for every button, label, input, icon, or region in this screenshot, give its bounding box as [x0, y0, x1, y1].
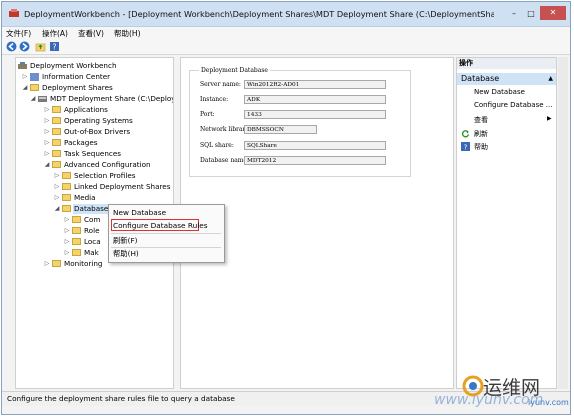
- folder-icon: [72, 227, 81, 234]
- app-window: DeploymentWorkbench - [Deployment Workbe…: [1, 1, 571, 415]
- folder-icon: [52, 150, 61, 157]
- collapse-arrow-icon[interactable]: ◢: [30, 94, 36, 104]
- collapse-arrow-icon[interactable]: ◢: [54, 204, 60, 214]
- menu-divider: [111, 247, 221, 248]
- folder-icon: [62, 194, 71, 201]
- app-icon: [9, 9, 19, 17]
- actions-section-database[interactable]: Database ▲: [457, 73, 556, 85]
- folder-icon: [52, 106, 61, 113]
- expand-arrow-icon[interactable]: ▷: [54, 182, 60, 192]
- window-title: DeploymentWorkbench - [Deployment Workbe…: [24, 9, 494, 19]
- context-menu: New Database Configure Database Rules 刷新…: [108, 204, 225, 263]
- forward-icon[interactable]: [19, 41, 30, 52]
- folder-icon: [72, 238, 81, 245]
- sql-share-field[interactable]: SQLShare: [244, 141, 386, 150]
- help-icon: ?: [461, 142, 470, 151]
- up-folder-icon[interactable]: [35, 41, 46, 52]
- watermark-domain: iyunv.com: [528, 398, 569, 407]
- expand-arrow-icon[interactable]: ▷: [44, 127, 50, 137]
- action-configure-database[interactable]: Configure Database ...: [474, 101, 552, 109]
- folder-icon: [72, 216, 81, 223]
- field-label: Database name:: [200, 157, 250, 164]
- ctx-configure-database-rules[interactable]: Configure Database Rules: [113, 221, 208, 230]
- menu-divider: [111, 233, 221, 234]
- expand-arrow-icon[interactable]: ▷: [44, 149, 50, 159]
- actions-header: 操作: [457, 58, 556, 69]
- folder-icon: [62, 205, 71, 212]
- expand-arrow-icon[interactable]: ▷: [22, 72, 28, 82]
- back-icon[interactable]: [6, 41, 17, 52]
- expand-arrow-icon[interactable]: ▷: [54, 171, 60, 181]
- folder-icon: [52, 128, 61, 135]
- ctx-help[interactable]: 帮助(H): [113, 249, 139, 259]
- folder-icon: [52, 117, 61, 124]
- collapse-arrow-icon[interactable]: ◢: [44, 160, 50, 170]
- field-label: SQL share:: [200, 142, 234, 149]
- field-label: Instance:: [200, 96, 229, 103]
- actions-pane: 操作 Database ▲ New Database Configure Dat…: [456, 57, 557, 389]
- folder-icon: [62, 183, 71, 190]
- share-icon: [38, 96, 47, 102]
- help-icon[interactable]: ?: [49, 41, 60, 52]
- info-icon: [30, 73, 39, 81]
- folder-icon: [30, 84, 39, 91]
- submenu-arrow-icon: ▶: [547, 115, 552, 122]
- collapse-caret-icon[interactable]: ▲: [548, 73, 553, 85]
- field-label: Port:: [200, 111, 215, 118]
- svg-text:?: ?: [464, 144, 468, 152]
- collapse-arrow-icon[interactable]: ◢: [22, 83, 28, 93]
- instance-field[interactable]: ADK: [244, 95, 386, 104]
- menu-bar: 文件(F) 操作(A) 查看(V) 帮助(H): [2, 27, 570, 39]
- ctx-new-database[interactable]: New Database: [113, 208, 166, 217]
- status-text: Configure the deployment share rules fil…: [7, 394, 235, 403]
- port-field[interactable]: 1433: [244, 110, 386, 119]
- database-name-field[interactable]: MDT2012: [244, 156, 386, 165]
- action-view[interactable]: 查看: [474, 115, 488, 125]
- expand-arrow-icon[interactable]: ▷: [44, 138, 50, 148]
- menu-action[interactable]: 操作(A): [42, 28, 68, 39]
- expand-arrow-icon[interactable]: ▷: [44, 116, 50, 126]
- server-name-field[interactable]: Win2012R2-AD01: [244, 80, 386, 89]
- maximize-button[interactable]: □: [524, 8, 538, 19]
- expand-arrow-icon[interactable]: ▷: [64, 237, 70, 247]
- expand-arrow-icon[interactable]: ▷: [44, 259, 50, 269]
- expand-arrow-icon[interactable]: ▷: [64, 226, 70, 236]
- menu-view[interactable]: 查看(V): [78, 28, 104, 39]
- action-new-database[interactable]: New Database: [474, 88, 525, 96]
- field-label: Server name:: [200, 81, 241, 88]
- title-bar: DeploymentWorkbench - [Deployment Workbe…: [2, 2, 570, 27]
- toolbar: ?: [2, 39, 570, 55]
- svg-text:?: ?: [52, 43, 56, 52]
- ctx-refresh[interactable]: 刷新(F): [113, 236, 137, 246]
- group-title: Deployment Database: [199, 67, 270, 74]
- folder-icon: [62, 172, 71, 179]
- workbench-icon: [18, 62, 27, 69]
- expand-arrow-icon[interactable]: ▷: [44, 105, 50, 115]
- menu-help[interactable]: 帮助(H): [114, 28, 141, 39]
- menu-file[interactable]: 文件(F): [6, 28, 31, 39]
- refresh-icon: [461, 130, 470, 138]
- watermark-url: www.iyunv.com: [434, 392, 544, 408]
- expand-arrow-icon[interactable]: ▷: [54, 193, 60, 203]
- folder-icon: [52, 139, 61, 146]
- minimize-button[interactable]: –: [507, 8, 521, 19]
- field-label: Network librar: [200, 126, 246, 133]
- close-button[interactable]: ✕: [540, 6, 566, 20]
- action-help[interactable]: 帮助: [474, 142, 488, 152]
- expand-arrow-icon[interactable]: ▷: [64, 215, 70, 225]
- vertical-scrollbar[interactable]: [558, 57, 568, 389]
- network-library-field[interactable]: DBMSSOCN: [244, 125, 317, 134]
- expand-arrow-icon[interactable]: ▷: [64, 248, 70, 258]
- folder-icon: [52, 161, 61, 168]
- folder-icon: [72, 249, 81, 256]
- action-refresh[interactable]: 刷新: [474, 129, 488, 139]
- folder-icon: [52, 260, 61, 267]
